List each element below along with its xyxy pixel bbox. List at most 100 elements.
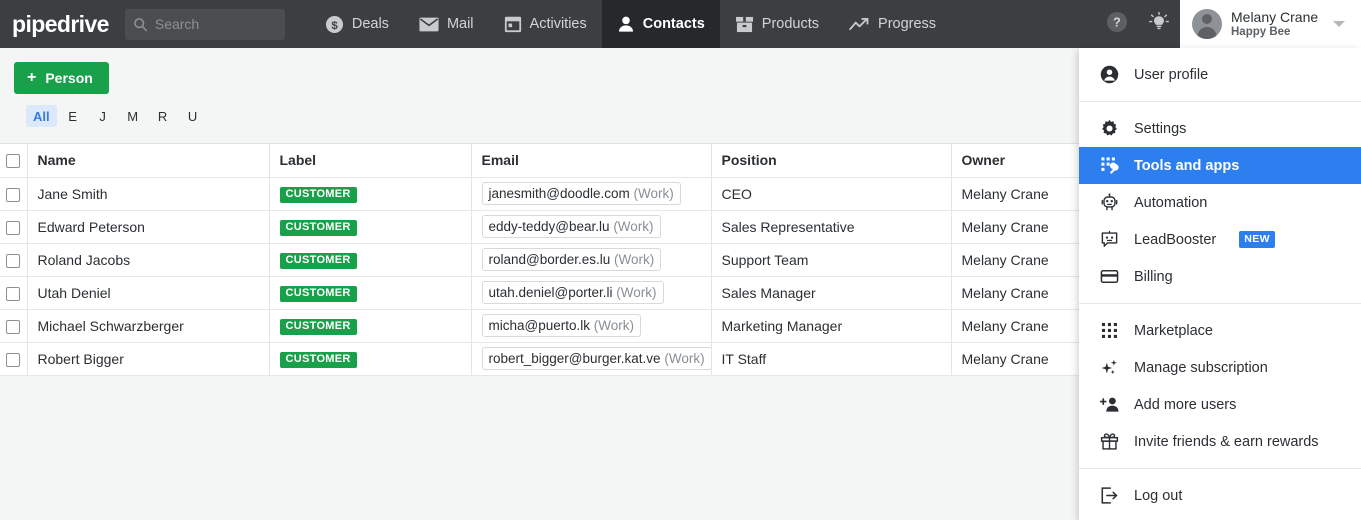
alpha-tab-all[interactable]: All <box>26 105 57 127</box>
add-person-button[interactable]: + Person <box>14 62 109 94</box>
cell-name[interactable]: Edward Peterson <box>27 210 270 244</box>
status-badge: CUSTOMER <box>279 187 357 203</box>
cell-label: CUSTOMER <box>269 342 472 376</box>
cell-label: CUSTOMER <box>269 243 472 277</box>
user-info: Melany Crane Happy Bee <box>1231 9 1318 39</box>
alpha-tab-e[interactable]: E <box>59 105 87 127</box>
menu-divider <box>1079 303 1361 304</box>
nav-item-activities[interactable]: Activities <box>489 0 602 48</box>
email-pill[interactable]: janesmith@doodle.com (Work) <box>481 182 681 205</box>
row-checkbox[interactable] <box>6 319 21 334</box>
menu-item-tools-and-apps[interactable]: Tools and apps <box>1079 147 1361 184</box>
cell-position: Sales Representative <box>711 210 952 244</box>
menu-label: Log out <box>1134 487 1183 504</box>
cell-name[interactable]: Utah Deniel <box>27 276 270 310</box>
alpha-tab-u[interactable]: U <box>179 105 207 127</box>
row-select-cell <box>0 177 28 211</box>
column-header-email[interactable]: Email <box>471 144 712 178</box>
column-header-position[interactable]: Position <box>711 144 952 178</box>
email-pill[interactable]: robert_bigger@burger.kat.ve (Work) <box>481 347 710 370</box>
menu-item-marketplace[interactable]: Marketplace <box>1079 312 1361 349</box>
status-badge: CUSTOMER <box>279 319 357 335</box>
credit-card-icon <box>1099 267 1120 286</box>
pipedrive-logo[interactable]: pipedrive <box>0 0 123 48</box>
chevron-down-icon[interactable] <box>1333 21 1346 27</box>
select-all-checkbox[interactable] <box>6 154 21 169</box>
row-checkbox[interactable] <box>6 352 21 367</box>
nav-item-contacts[interactable]: Contacts <box>601 0 720 48</box>
avatar <box>1192 9 1222 39</box>
email-address: robert_bigger@burger.kat.ve <box>488 351 661 366</box>
cell-email: janesmith@doodle.com (Work) <box>471 177 712 211</box>
cell-name[interactable]: Jane Smith <box>27 177 270 211</box>
menu-label: Settings <box>1134 120 1187 137</box>
robot-icon <box>1099 193 1120 212</box>
nav-item-mail[interactable]: Mail <box>404 0 489 48</box>
nav-label-contacts: Contacts <box>642 16 705 32</box>
nav-item-products[interactable]: Products <box>720 0 834 48</box>
email-address: micha@puerto.lk <box>488 318 591 333</box>
menu-label: Billing <box>1134 268 1173 285</box>
nav-label-progress: Progress <box>878 16 937 32</box>
alpha-tab-r[interactable]: R <box>149 105 177 127</box>
envelope-icon <box>419 17 439 32</box>
menu-item-billing[interactable]: Billing <box>1079 258 1361 295</box>
menu-item-add-more-users[interactable]: Add more users <box>1079 386 1361 423</box>
trend-up-icon <box>849 17 870 32</box>
email-pill[interactable]: eddy-teddy@bear.lu (Work) <box>481 215 661 238</box>
nav-item-progress[interactable]: Progress <box>834 0 951 48</box>
menu-label: LeadBooster <box>1134 231 1217 248</box>
pipedrive-app: pipedrive $ Deals Mail <box>0 0 1361 520</box>
user-plus-icon <box>1099 395 1120 414</box>
email-address: janesmith@doodle.com <box>488 186 630 201</box>
email-type: (Work) <box>633 186 674 201</box>
user-company: Happy Bee <box>1231 26 1291 38</box>
help-button[interactable]: ? <box>1096 0 1138 48</box>
column-header-name[interactable]: Name <box>27 144 270 178</box>
sparkles-icon <box>1099 358 1120 377</box>
nav-label-activities: Activities <box>529 16 587 32</box>
nav-item-deals[interactable]: $ Deals <box>310 0 404 48</box>
email-type: (Work) <box>616 285 657 300</box>
menu-label: Add more users <box>1134 396 1237 413</box>
cell-name[interactable]: Robert Bigger <box>27 342 270 376</box>
menu-label: Invite friends & earn rewards <box>1134 433 1319 450</box>
alpha-tab-j[interactable]: J <box>89 105 117 127</box>
menu-item-invite-friends[interactable]: Invite friends & earn rewards <box>1079 423 1361 460</box>
email-type: (Work) <box>664 351 705 366</box>
cell-label: CUSTOMER <box>269 177 472 211</box>
cell-email: micha@puerto.lk (Work) <box>471 309 712 343</box>
menu-item-manage-subscription[interactable]: Manage subscription <box>1079 349 1361 386</box>
global-search[interactable] <box>124 8 285 40</box>
cell-position: Support Team <box>711 243 952 277</box>
user-name: Melany Crane <box>1231 9 1319 25</box>
user-menu-button[interactable]: Melany Crane Happy Bee <box>1180 0 1361 48</box>
cell-email: roland@border.es.lu (Work) <box>471 243 712 277</box>
user-dropdown-menu: User profile Settings Tools and apps Aut… <box>1079 48 1361 520</box>
menu-label: Manage subscription <box>1134 359 1268 376</box>
menu-item-leadbooster[interactable]: LeadBooster NEW <box>1079 221 1361 258</box>
search-icon <box>133 17 148 32</box>
menu-item-log-out[interactable]: Log out <box>1079 477 1361 514</box>
menu-item-settings[interactable]: Settings <box>1079 110 1361 147</box>
tips-button[interactable] <box>1138 0 1180 48</box>
status-badge: CUSTOMER <box>279 220 357 236</box>
email-type: (Work) <box>613 219 654 234</box>
cell-name[interactable]: Michael Schwarzberger <box>27 309 270 343</box>
row-checkbox[interactable] <box>6 253 21 268</box>
row-checkbox[interactable] <box>6 187 21 202</box>
menu-label: Tools and apps <box>1134 157 1240 174</box>
row-checkbox[interactable] <box>6 286 21 301</box>
alpha-tab-m[interactable]: M <box>119 105 147 127</box>
email-pill[interactable]: roland@border.es.lu (Work) <box>481 248 662 271</box>
email-pill[interactable]: micha@puerto.lk (Work) <box>481 314 642 337</box>
column-header-label[interactable]: Label <box>269 144 472 178</box>
email-pill[interactable]: utah.deniel@porter.li (Work) <box>481 281 664 304</box>
menu-item-user-profile[interactable]: User profile <box>1079 56 1361 93</box>
row-checkbox[interactable] <box>6 220 21 235</box>
cell-name[interactable]: Roland Jacobs <box>27 243 270 277</box>
menu-item-automation[interactable]: Automation <box>1079 184 1361 221</box>
email-address: roland@border.es.lu <box>488 252 611 267</box>
search-input[interactable] <box>154 16 277 32</box>
cell-email: robert_bigger@burger.kat.ve (Work) <box>471 342 712 376</box>
